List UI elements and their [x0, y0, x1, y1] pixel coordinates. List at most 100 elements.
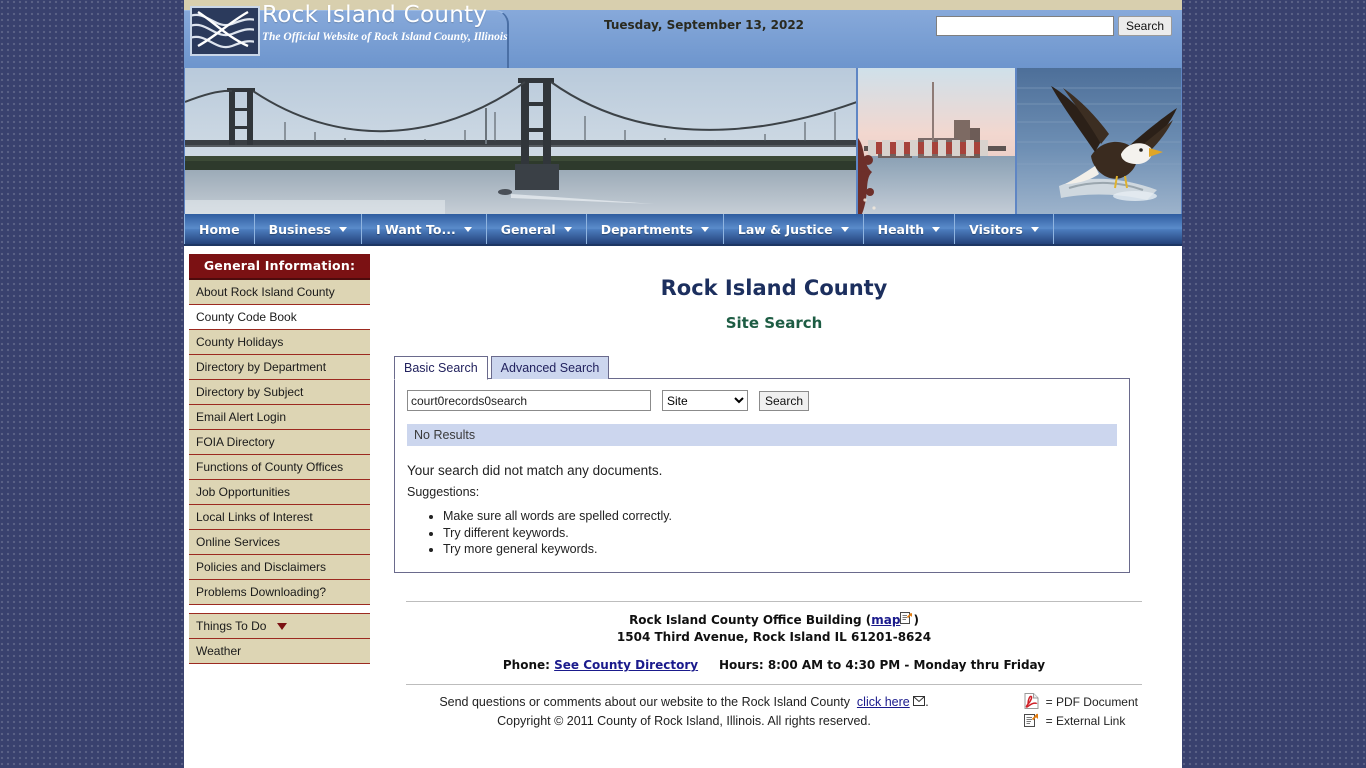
site-header: Rock Island County The Official Website … — [184, 0, 1182, 68]
sidebar-item-directory-by-subject[interactable]: Directory by Subject — [189, 380, 370, 405]
nav-item-general[interactable]: General — [487, 214, 587, 244]
search-query-input[interactable] — [407, 390, 651, 411]
search-panel: Site Web Search No Results Your search d… — [394, 378, 1130, 573]
search-scope-select[interactable]: Site Web — [662, 390, 748, 411]
sidebar-item-functions-of-county-offices[interactable]: Functions of County Offices — [189, 455, 370, 480]
list-item: Try more general keywords. — [443, 541, 1117, 558]
sidebar-item-label: Local Links of Interest — [196, 510, 313, 524]
sidebar-item-label: Functions of County Offices — [196, 460, 344, 474]
pdf-icon — [1024, 692, 1039, 712]
current-date: Tuesday, September 13, 2022 — [603, 18, 805, 32]
footer-contact-prefix: Send questions or comments about our web… — [439, 694, 850, 709]
nav-label: Business — [268, 221, 331, 237]
footer-phone-label: Phone: — [502, 658, 550, 673]
suggestions-label: Suggestions: — [407, 485, 480, 499]
list-item: Try different keywords. — [443, 525, 1117, 542]
sidebar-item-label: Online Services — [196, 535, 281, 549]
nav-label: Law & Justice — [737, 221, 833, 237]
main-navigation: Home Business I Want To... General Depar… — [184, 214, 1182, 246]
sidebar-item-online-services[interactable]: Online Services — [189, 530, 370, 555]
email-icon — [913, 693, 926, 712]
county-directory-link[interactable]: See County Directory — [554, 658, 698, 672]
chevron-down-icon — [463, 226, 472, 232]
footer-bottom: Send questions or comments about our web… — [406, 685, 1142, 732]
search-submit-button[interactable]: Search — [759, 390, 810, 411]
sidebar-item-things-to-do[interactable]: Things To Do — [189, 613, 370, 639]
footer-legend: = PDF Document = External Link — [1023, 692, 1138, 731]
search-tabs: Basic Search Advanced Search — [394, 356, 1130, 380]
sidebar-item-label: Things To Do — [196, 619, 267, 633]
banner-photo-strip — [184, 68, 1182, 214]
suggestions-list: Make sure all words are spelled correctl… — [407, 508, 1117, 558]
nav-item-home[interactable]: Home — [184, 214, 255, 244]
sidebar-item-label: County Holidays — [196, 335, 284, 349]
nav-item-i-want-to[interactable]: I Want To... — [362, 214, 487, 244]
sidebar-item-label: About Rock Island County — [196, 285, 335, 299]
sidebar-item-label: Directory by Department — [196, 360, 327, 374]
chevron-down-icon — [840, 226, 849, 232]
chevron-down-icon — [338, 226, 347, 232]
legend-row-pdf: = PDF Document — [1024, 692, 1138, 712]
tab-label: Basic Search — [404, 361, 478, 375]
main-content: Rock Island County Site Search Basic Sea… — [370, 246, 1182, 732]
header-search-form: Search — [935, 16, 1172, 36]
footer-address: 1504 Third Avenue, Rock Island IL 61201-… — [616, 630, 932, 645]
sidebar-item-county-code-book[interactable]: County Code Book — [189, 305, 370, 330]
nav-item-health[interactable]: Health — [864, 214, 956, 244]
chevron-down-icon — [700, 226, 709, 232]
sidebar-item-local-links-of-interest[interactable]: Local Links of Interest — [189, 505, 370, 530]
nav-item-law-and-justice[interactable]: Law & Justice — [724, 214, 864, 244]
county-waves-logo[interactable] — [190, 6, 260, 56]
sidebar-item-label: Job Opportunities — [196, 485, 291, 499]
header-search-input[interactable] — [935, 16, 1114, 36]
site-footer: Rock Island County Office Building (map)… — [386, 600, 1162, 732]
nav-label: Health — [877, 221, 925, 237]
sidebar-item-job-opportunities[interactable]: Job Opportunities — [189, 480, 370, 505]
tab-label: Advanced Search — [500, 361, 600, 375]
nav-item-departments[interactable]: Departments — [587, 214, 724, 244]
footer-phone-hours-line: Phone: See County Directory Hours: 8:00 … — [406, 657, 1142, 674]
sidebar-item-label: Problems Downloading? — [196, 585, 327, 599]
page-container: Rock Island County The Official Website … — [184, 0, 1182, 768]
map-link[interactable]: map — [871, 613, 900, 627]
sidebar-item-foia-directory[interactable]: FOIA Directory — [189, 430, 370, 455]
nav-label: Departments — [600, 221, 693, 237]
legend-row-external: = External Link — [1023, 712, 1138, 731]
footer-building-prefix: Rock Island County Office Building ( — [629, 612, 872, 627]
external-link-icon — [1023, 713, 1039, 730]
footer-building-suffix: ) — [913, 612, 919, 627]
tab-advanced-search[interactable]: Advanced Search — [490, 356, 610, 379]
header-search-button[interactable]: Search — [1117, 16, 1172, 36]
banner-photo-dam — [857, 68, 1016, 214]
sidebar-item-directory-by-department[interactable]: Directory by Department — [189, 355, 370, 380]
tab-basic-search[interactable]: Basic Search — [394, 356, 488, 380]
sidebar-item-county-holidays[interactable]: County Holidays — [189, 330, 370, 355]
sidebar-item-label: Policies and Disclaimers — [196, 560, 327, 574]
sidebar-item-about-rock-island-county[interactable]: About Rock Island County — [189, 280, 370, 305]
external-link-icon — [900, 611, 913, 629]
nav-label: Home — [199, 221, 240, 237]
sidebar-item-policies-and-disclaimers[interactable]: Policies and Disclaimers — [189, 555, 370, 580]
footer-contact-suffix: . — [925, 694, 929, 709]
nav-item-business[interactable]: Business — [255, 214, 362, 244]
chevron-down-icon — [563, 226, 572, 232]
site-search-widget: Basic Search Advanced Search Site Web Se… — [394, 356, 1130, 573]
footer-copyright: Copyright © 2011 County of Rock Island, … — [497, 714, 871, 729]
nav-item-visitors[interactable]: Visitors — [955, 214, 1054, 244]
sidebar-item-problems-downloading[interactable]: Problems Downloading? — [189, 580, 370, 605]
sidebar-item-label: FOIA Directory — [196, 435, 275, 449]
banner-photo-bridge — [185, 68, 856, 214]
legend-label: = PDF Document — [1045, 695, 1138, 710]
sidebar-item-label: Email Alert Login — [196, 410, 287, 424]
sidebar: General Information: About Rock Island C… — [184, 246, 370, 664]
nav-label: I Want To... — [375, 221, 456, 237]
chevron-down-icon — [932, 226, 941, 232]
sidebar-item-weather[interactable]: Weather — [189, 639, 370, 664]
chevron-down-icon — [1030, 226, 1039, 232]
sidebar-heading: General Information: — [189, 254, 370, 280]
page-subtitle: Site Search — [725, 314, 823, 332]
list-item: Make sure all words are spelled correctl… — [443, 508, 1117, 525]
contact-click-here-link[interactable]: click here — [857, 695, 910, 709]
sidebar-item-email-alert-login[interactable]: Email Alert Login — [189, 405, 370, 430]
sidebar-item-label: Weather — [196, 644, 242, 658]
